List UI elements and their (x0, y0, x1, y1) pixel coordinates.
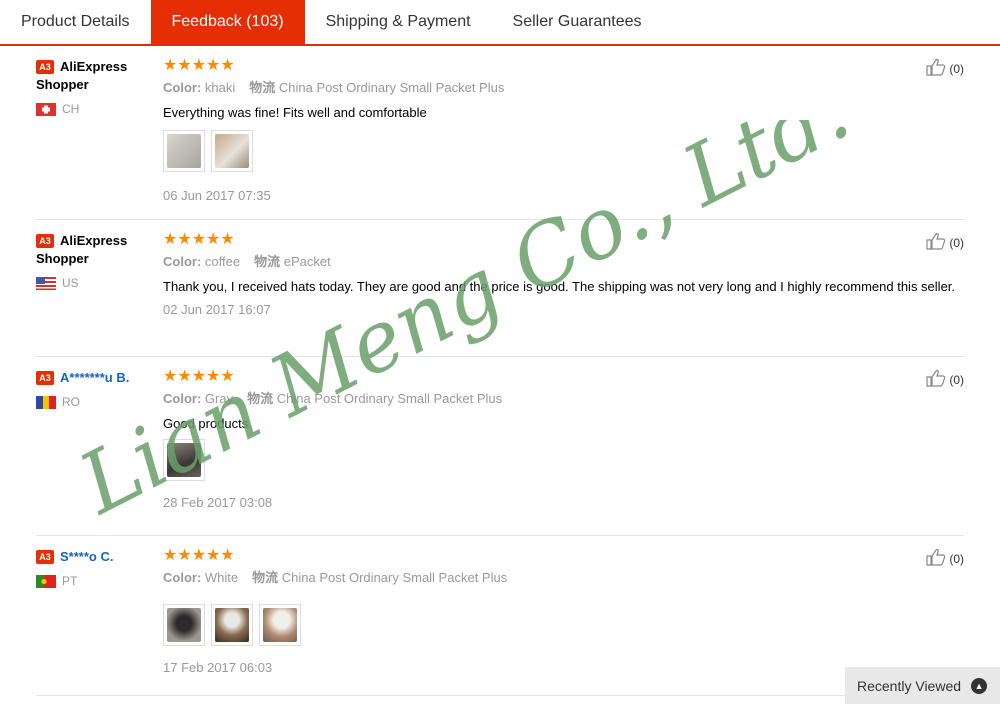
order-attributes: Color: Gray 物流 China Post Ordinary Small … (163, 391, 503, 406)
feedback-body: ★★★★★ Color: White 物流 China Post Ordinary… (163, 548, 963, 676)
country-code: PT (62, 574, 78, 588)
feedback-item: A3 S****o C. PT ★★★★★ Color: White 物流 Chin… (36, 536, 964, 696)
logistics-value: ePacket (283, 254, 331, 269)
recently-viewed-button[interactable]: Recently Viewed ▲ (845, 667, 1000, 704)
logistics-value: China Post Ordinary Small Packet Plus (278, 80, 505, 95)
buyer-country: PT (36, 574, 156, 588)
tab-bar: Product Details Feedback (103) Shipping … (0, 0, 1000, 46)
feedback-body: ★★★★★ Color: Gray 物流 China Post Ordinary … (163, 369, 963, 511)
order-attributes: Color: coffee 物流 ePacket (163, 254, 331, 269)
helpful-button[interactable]: (0) (925, 548, 964, 569)
star-rating: ★★★★★ (163, 231, 235, 248)
feedback-body: ★★★★★ Color: khaki 物流 China Post Ordinary… (163, 58, 963, 204)
country-code: US (62, 276, 79, 290)
tab-seller-guarantees[interactable]: Seller Guarantees (492, 0, 663, 44)
logistics-value: China Post Ordinary Small Packet Plus (276, 391, 503, 406)
helpful-count: (0) (949, 551, 964, 566)
helpful-button[interactable]: (0) (925, 58, 964, 79)
feedback-date: 28 Feb 2017 03:08 (163, 495, 273, 510)
helpful-button[interactable]: (0) (925, 232, 964, 253)
feedback-photos (163, 604, 963, 646)
feedback-text: Everything was fine! Fits well and comfo… (163, 105, 427, 120)
flag-pt-icon (36, 574, 56, 588)
feedback-date: 17 Feb 2017 06:03 (163, 660, 273, 675)
order-attributes: Color: khaki 物流 China Post Ordinary Small… (163, 80, 505, 95)
thumbs-up-icon (925, 232, 949, 253)
feedback-text: Thank you, I received hats today. They a… (163, 279, 956, 294)
feedback-item: A3 AliExpress Shopper US ★★★★★ Color: cof… (36, 220, 964, 357)
logistics-value: China Post Ordinary Small Packet Plus (281, 570, 508, 585)
tab-product-details[interactable]: Product Details (0, 0, 151, 44)
feedback-photo[interactable] (211, 130, 253, 172)
order-attributes: Color: White 物流 China Post Ordinary Small… (163, 570, 508, 585)
helpful-count: (0) (949, 372, 964, 387)
buyer-info: A3 AliExpress Shopper CH (36, 58, 156, 116)
feedback-text: Good products (163, 416, 249, 431)
recently-viewed-label: Recently Viewed (857, 677, 962, 694)
feedback-body: ★★★★★ Color: coffee 物流 ePacket Thank you,… (163, 232, 963, 318)
flag-ch-icon (36, 102, 56, 116)
feedback-item: A3 A*******u B. RO ★★★★★ Color: Gray 物流 Ch… (36, 357, 964, 536)
star-rating: ★★★★★ (163, 547, 235, 564)
thumbs-up-icon (925, 58, 949, 79)
buyer-level-badge: A3 (36, 234, 54, 248)
feedback-photos (163, 439, 963, 481)
buyer-level-badge: A3 (36, 550, 54, 564)
feedback-photos (163, 130, 963, 172)
feedback-item: A3 AliExpress Shopper CH ★★★★★ Color: kha… (36, 46, 964, 220)
tab-shipping-payment[interactable]: Shipping & Payment (305, 0, 492, 44)
feedback-list: A3 AliExpress Shopper CH ★★★★★ Color: kha… (36, 46, 964, 696)
helpful-button[interactable]: (0) (925, 369, 964, 390)
color-value: coffee (204, 254, 241, 269)
buyer-info: A3 S****o C. PT (36, 548, 156, 588)
flag-us-icon (36, 276, 56, 290)
feedback-date: 02 Jun 2017 16:07 (163, 302, 271, 317)
tab-feedback[interactable]: Feedback (103) (150, 0, 305, 45)
thumbs-up-icon (925, 369, 949, 390)
feedback-photo[interactable] (163, 130, 205, 172)
color-value: Gray (204, 391, 234, 406)
feedback-photo[interactable] (259, 604, 301, 646)
helpful-count: (0) (949, 235, 964, 250)
buyer-info: A3 AliExpress Shopper US (36, 232, 156, 290)
feedback-date: 06 Jun 2017 07:35 (163, 188, 271, 203)
buyer-country: CH (36, 102, 156, 116)
buyer-country: US (36, 276, 156, 290)
country-code: CH (62, 102, 80, 116)
flag-ro-icon (36, 395, 56, 409)
thumbs-up-icon (925, 548, 949, 569)
buyer-name[interactable]: A*******u B. (60, 370, 129, 385)
star-rating: ★★★★★ (163, 368, 235, 385)
chevron-up-icon: ▲ (971, 677, 988, 694)
buyer-country: RO (36, 395, 156, 409)
feedback-photo[interactable] (163, 604, 205, 646)
buyer-level-badge: A3 (36, 60, 54, 74)
feedback-photo[interactable] (163, 439, 205, 481)
buyer-level-badge: A3 (36, 371, 54, 385)
country-code: RO (62, 395, 80, 409)
feedback-photo[interactable] (211, 604, 253, 646)
buyer-name[interactable]: S****o C. (60, 549, 113, 564)
star-rating: ★★★★★ (163, 57, 235, 74)
color-value: White (204, 570, 239, 585)
helpful-count: (0) (949, 61, 964, 76)
buyer-info: A3 A*******u B. RO (36, 369, 156, 409)
color-value: khaki (204, 80, 236, 95)
